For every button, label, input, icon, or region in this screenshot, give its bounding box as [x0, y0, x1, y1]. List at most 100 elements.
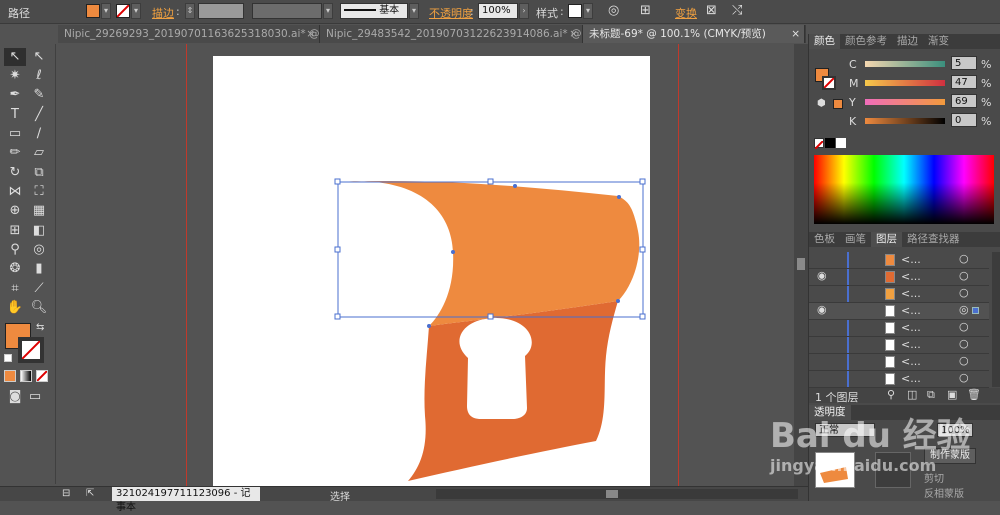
target-icon[interactable]: ○	[959, 252, 969, 265]
taskbar-item[interactable]: 321024197711123096 - 记事本	[112, 487, 260, 513]
list-item[interactable]: <... ○	[809, 320, 989, 337]
color-spectrum[interactable]	[814, 155, 994, 224]
share-icon[interactable]: ⇱	[86, 488, 94, 499]
variable-width-dropdown[interactable]: ▾	[323, 3, 333, 19]
eyedropper-tool-icon[interactable]: ⚲	[4, 241, 26, 259]
lasso-tool-icon[interactable]: ℓ	[28, 67, 50, 85]
layers-scrollbar[interactable]	[992, 252, 1000, 387]
gradient-mode-icon[interactable]	[20, 370, 32, 382]
clipping-mask-icon[interactable]: ◫	[907, 388, 917, 401]
list-item[interactable]: <... ○	[809, 252, 989, 269]
target-icon[interactable]: ○	[959, 286, 969, 299]
tab-swatches[interactable]: 色板	[809, 232, 840, 247]
tab-doc-2[interactable]: Nipic_29483542_20190703122623914086.ai* …	[320, 25, 583, 43]
color-mode-icon[interactable]	[4, 370, 16, 382]
tab-color[interactable]: 颜色	[809, 34, 840, 49]
opacity-field[interactable]: 100%	[478, 3, 518, 19]
black-swatch[interactable]	[825, 138, 835, 148]
scale-tool-icon[interactable]: ⧉	[28, 164, 50, 182]
list-item[interactable]: ◉ <... ◎	[809, 303, 989, 320]
upper-panel-shape[interactable]	[340, 180, 640, 326]
paintbrush-tool-icon[interactable]: ∕	[28, 125, 50, 143]
perspective-grid-tool-icon[interactable]: ▦	[28, 202, 50, 220]
list-item[interactable]: <... ○	[809, 371, 989, 388]
eye-icon[interactable]: ◉	[817, 269, 827, 282]
stroke-swatch[interactable]	[116, 4, 130, 18]
list-item[interactable]: <... ○	[809, 354, 989, 371]
brush-style-select[interactable]: 基本	[340, 3, 408, 19]
gradient-tool-icon[interactable]: ◧	[28, 222, 50, 240]
locate-object-icon[interactable]: ⚲	[887, 388, 895, 401]
none-swatch[interactable]	[814, 138, 824, 150]
pencil-tool-icon[interactable]: ✏	[4, 144, 26, 162]
delete-icon[interactable]: 🗑︎	[967, 388, 981, 401]
fill-swatch[interactable]	[86, 4, 100, 18]
close-icon[interactable]: ×	[791, 25, 800, 43]
brush-style-dropdown[interactable]: ▾	[409, 3, 419, 19]
recolor-icon[interactable]: ◎	[608, 3, 619, 18]
free-transform-tool-icon[interactable]: ⛶	[28, 183, 50, 201]
last-color-swatch[interactable]	[833, 99, 843, 109]
target-icon[interactable]: ○	[959, 337, 969, 350]
variable-width-select[interactable]	[252, 3, 322, 19]
black-field[interactable]: 0	[951, 113, 977, 127]
cyan-field[interactable]: 5	[951, 56, 977, 70]
opacity-link[interactable]: 不透明度	[429, 5, 473, 21]
scroll-thumb[interactable]	[797, 258, 805, 270]
eye-icon[interactable]: ◉	[817, 303, 827, 316]
horizontal-scrollbar[interactable]	[436, 489, 798, 499]
tab-brushes[interactable]: 画笔	[840, 232, 871, 247]
stroke-color-swatch[interactable]	[18, 337, 44, 363]
tab-gradient[interactable]: 渐变	[923, 34, 954, 49]
tab-stroke[interactable]: 描边	[892, 34, 923, 49]
hand-tool-icon[interactable]: ✋	[4, 299, 26, 317]
invert-mask-checkbox[interactable]: 反相蒙版	[924, 485, 964, 500]
target-icon[interactable]: ○	[959, 269, 969, 282]
target-icon[interactable]: ○	[959, 354, 969, 367]
selection-indicator[interactable]	[972, 307, 979, 314]
default-colors-icon[interactable]	[4, 354, 12, 362]
screen-mode-icon[interactable]: ▭	[24, 388, 46, 406]
selection-tool-icon[interactable]: ↖	[4, 48, 26, 66]
stroke-weight-field[interactable]	[198, 3, 244, 19]
stroke-weight-stepper[interactable]: ⇕	[185, 3, 195, 19]
yellow-slider[interactable]	[865, 99, 945, 105]
rectangle-tool-icon[interactable]: ▭	[4, 125, 26, 143]
pen-tool-icon[interactable]: ✒	[4, 86, 26, 104]
zoom-icon[interactable]: ⊟	[62, 488, 70, 499]
black-slider[interactable]	[865, 118, 945, 124]
artboard-tool-icon[interactable]: ⌗	[4, 280, 26, 298]
h-scroll-thumb[interactable]	[606, 490, 618, 498]
align-icon[interactable]: ⊞	[640, 3, 651, 18]
draw-mode-icon[interactable]: ◙	[4, 388, 26, 406]
magenta-field[interactable]: 47	[951, 75, 977, 89]
tab-doc-1[interactable]: Nipic_29269293_20190701163625318030.ai* …	[58, 25, 320, 43]
magic-wand-tool-icon[interactable]: ✷	[4, 67, 26, 85]
yellow-field[interactable]: 69	[951, 94, 977, 108]
artboard[interactable]	[213, 56, 650, 486]
target-icon[interactable]: ◎	[959, 303, 969, 316]
tab-color-guide[interactable]: 颜色参考	[840, 34, 892, 49]
zoom-tool-icon[interactable]: 🔍︎	[28, 299, 50, 317]
close-icon[interactable]: ×	[306, 25, 315, 43]
canvas[interactable]	[58, 44, 794, 486]
swap-colors-icon[interactable]: ⇆	[36, 322, 44, 333]
tab-pathfinder[interactable]: 路径查找器	[902, 232, 965, 247]
list-item[interactable]: <... ○	[809, 337, 989, 354]
new-sublayer-icon[interactable]: ⧉	[927, 388, 935, 402]
target-icon[interactable]: ○	[959, 320, 969, 333]
close-icon[interactable]: ×	[569, 25, 578, 43]
graphic-style-swatch[interactable]	[568, 4, 582, 18]
tab-layers[interactable]: 图层	[871, 232, 902, 247]
type-tool-icon[interactable]: T	[4, 106, 26, 124]
magenta-slider[interactable]	[865, 80, 945, 86]
transform-link[interactable]: 变换	[675, 5, 697, 21]
target-icon[interactable]: ○	[959, 371, 969, 384]
flip-icon[interactable]: ⤭	[732, 3, 742, 18]
opacity-dropdown[interactable]: ›	[519, 3, 529, 19]
stroke-dropdown[interactable]: ▾	[131, 3, 141, 19]
graphic-style-dropdown[interactable]: ▾	[583, 3, 593, 19]
stroke-link[interactable]: 描边	[152, 5, 174, 21]
list-item[interactable]: <... ○	[809, 286, 989, 303]
shape-builder-tool-icon[interactable]: ⊕	[4, 202, 26, 220]
